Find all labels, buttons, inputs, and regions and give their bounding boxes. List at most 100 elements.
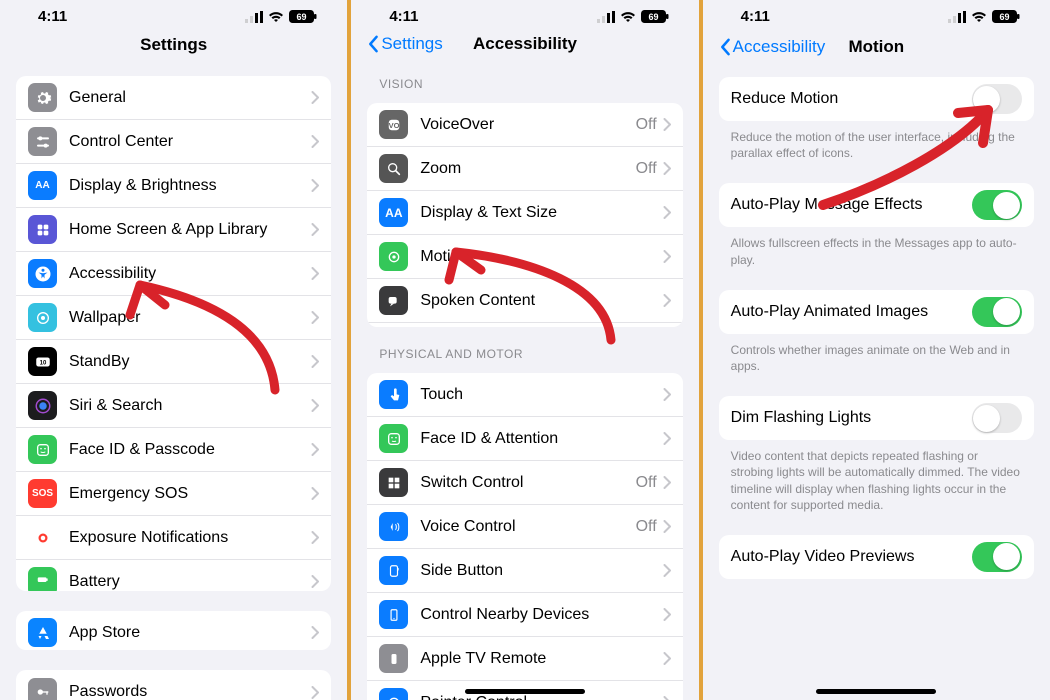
row-label: Display & Text Size — [420, 204, 662, 222]
toggle-group-autoplay-msg: Auto-Play Message Effects — [719, 183, 1034, 227]
row-siri[interactable]: Siri & Search — [16, 384, 331, 428]
row-appstore[interactable]: App Store — [16, 611, 331, 651]
row-text-size[interactable]: AA Display & Text Size — [367, 191, 682, 235]
row-standby[interactable]: 10 StandBy — [16, 340, 331, 384]
back-button[interactable]: Settings — [367, 34, 442, 54]
row-switch-control[interactable]: Switch Control Off — [367, 461, 682, 505]
row-label: Control Center — [69, 133, 311, 151]
row-battery[interactable]: Battery — [16, 560, 331, 591]
row-label: Motion — [420, 248, 662, 266]
chevron-right-icon — [663, 162, 671, 175]
signal-icon — [597, 11, 615, 23]
row-value: Off — [636, 116, 657, 134]
row-label: Control Nearby Devices — [420, 606, 662, 624]
toggle-group-dim-flashing: Dim Flashing Lights — [719, 396, 1034, 440]
chevron-right-icon — [311, 355, 319, 368]
row-label: Pointer Control — [420, 694, 662, 700]
status-bar: 4:11 69 — [10, 0, 337, 27]
row-passwords[interactable]: Passwords — [16, 670, 331, 700]
chevron-right-icon — [663, 564, 671, 577]
row-label: Dim Flashing Lights — [731, 409, 972, 427]
row-appletv-remote[interactable]: Apple TV Remote — [367, 637, 682, 681]
wifi-icon — [268, 11, 284, 23]
row-accessibility[interactable]: Accessibility — [16, 252, 331, 296]
row-label: App Store — [69, 624, 311, 642]
row-autoplay-anim[interactable]: Auto-Play Animated Images — [719, 290, 1034, 334]
row-label: Emergency SOS — [69, 485, 311, 503]
nearby-icon — [379, 600, 408, 629]
row-side-button[interactable]: Side Button — [367, 549, 682, 593]
settings-group-appstore: App Store — [16, 611, 331, 651]
zoom-icon — [379, 154, 408, 183]
row-faceid-passcode[interactable]: Face ID & Passcode — [16, 428, 331, 472]
back-label: Settings — [381, 34, 442, 54]
standby-icon: 10 — [28, 347, 57, 376]
footer-autoplay-anim: Controls whether images animate on the W… — [713, 338, 1040, 386]
row-label: Auto-Play Video Previews — [731, 548, 972, 566]
back-button[interactable]: Accessibility — [719, 37, 826, 57]
toggle-reduce-motion[interactable] — [972, 84, 1022, 114]
access-icon — [28, 259, 57, 288]
row-control-center[interactable]: Control Center — [16, 120, 331, 164]
row-label: Touch — [420, 386, 662, 404]
row-motion[interactable]: Motion — [367, 235, 682, 279]
chevron-right-icon — [663, 608, 671, 621]
gear-icon — [28, 83, 57, 112]
status-indicators: 69 — [597, 10, 669, 23]
chevron-right-icon — [663, 206, 671, 219]
signal-icon — [948, 11, 966, 23]
row-spoken-content[interactable]: Spoken Content — [367, 279, 682, 323]
toggle-autoplay-msg[interactable] — [972, 190, 1022, 220]
row-emergency-sos[interactable]: SOS Emergency SOS — [16, 472, 331, 516]
chevron-right-icon — [311, 443, 319, 456]
siri-icon — [28, 391, 57, 420]
row-exposure[interactable]: Exposure Notifications — [16, 516, 331, 560]
row-voice-control[interactable]: Voice Control Off — [367, 505, 682, 549]
row-voiceover[interactable]: VO VoiceOver Off — [367, 103, 682, 147]
sidebtn-icon — [379, 556, 408, 585]
row-display-brightness[interactable]: AA Display & Brightness — [16, 164, 331, 208]
nav-bar: Settings — [10, 27, 337, 63]
battery-icon: 69 — [641, 10, 669, 23]
row-autoplay-msg[interactable]: Auto-Play Message Effects — [719, 183, 1034, 227]
toggle-autoplay-video[interactable] — [972, 542, 1022, 572]
row-general[interactable]: General — [16, 76, 331, 120]
settings-group-passwords: Passwords — [16, 670, 331, 700]
row-label: Accessibility — [69, 265, 311, 283]
nav-bar: Accessibility Motion — [713, 27, 1040, 67]
page-title: Accessibility — [473, 34, 577, 54]
toggle-dim-flashing[interactable] — [972, 403, 1022, 433]
exposure-icon — [28, 523, 57, 552]
chevron-right-icon — [311, 626, 319, 639]
nav-bar: Settings Accessibility — [361, 27, 688, 61]
status-indicators: 69 — [245, 10, 317, 23]
toggle-autoplay-anim[interactable] — [972, 297, 1022, 327]
screen-settings: 4:11 69 Settings General Control Center … — [0, 0, 347, 700]
row-label: Apple TV Remote — [420, 650, 662, 668]
chevron-right-icon — [311, 575, 319, 588]
back-label: Accessibility — [733, 37, 826, 57]
row-zoom[interactable]: Zoom Off — [367, 147, 682, 191]
row-label: Zoom — [420, 160, 635, 178]
row-touch[interactable]: Touch — [367, 373, 682, 417]
speech-icon — [379, 286, 408, 315]
row-label: Side Button — [420, 562, 662, 580]
row-nearby-devices[interactable]: Control Nearby Devices — [367, 593, 682, 637]
row-dim-flashing[interactable]: Dim Flashing Lights — [719, 396, 1034, 440]
row-autoplay-video[interactable]: Auto-Play Video Previews — [719, 535, 1034, 579]
home-indicator — [816, 689, 936, 694]
row-audio-desc[interactable]: Audio Descriptions Off — [367, 323, 682, 327]
row-label: VoiceOver — [420, 116, 635, 134]
row-wallpaper[interactable]: Wallpaper — [16, 296, 331, 340]
row-faceid-att[interactable]: Face ID & Attention — [367, 417, 682, 461]
chevron-left-icon — [367, 35, 379, 53]
faceid-icon — [28, 435, 57, 464]
chevron-right-icon — [311, 686, 319, 699]
row-label: General — [69, 89, 311, 107]
toggle-group-reduce-motion: Reduce Motion — [719, 77, 1034, 121]
home-indicator — [465, 689, 585, 694]
row-home-screen[interactable]: Home Screen & App Library — [16, 208, 331, 252]
row-reduce-motion[interactable]: Reduce Motion — [719, 77, 1034, 121]
switch-icon — [379, 468, 408, 497]
chevron-right-icon — [311, 267, 319, 280]
